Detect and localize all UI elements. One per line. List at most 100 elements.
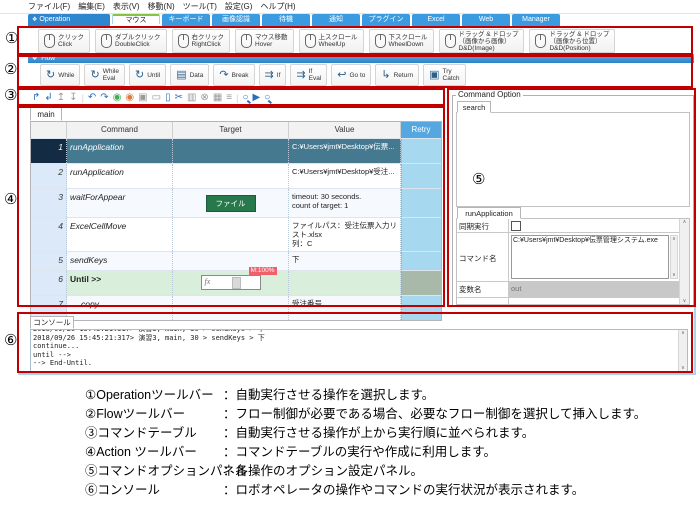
- retry-cell[interactable]: [401, 296, 441, 320]
- scroll-up-icon[interactable]: ∧: [672, 236, 676, 242]
- target-cell[interactable]: [173, 296, 289, 320]
- flow-button[interactable]: ⇉ If: [259, 64, 287, 86]
- menu-item[interactable]: 編集(E): [78, 0, 105, 13]
- target-cell[interactable]: ファイル: [173, 189, 289, 217]
- separator[interactable]: |: [82, 92, 84, 104]
- flow-button[interactable]: ↳ Return: [375, 64, 419, 86]
- fx-input[interactable]: fx: [201, 275, 261, 290]
- target-cell[interactable]: [173, 218, 289, 251]
- move-down-icon[interactable]: ↧: [69, 92, 77, 104]
- stop-icon[interactable]: ◉: [125, 92, 134, 104]
- value-cell[interactable]: 下: [289, 252, 401, 270]
- ribbon-tab[interactable]: 待機: [262, 14, 310, 26]
- flow-button[interactable]: ⇉ IfEval: [290, 64, 327, 86]
- ribbon-tab[interactable]: マウス: [112, 14, 160, 24]
- tab-main-script[interactable]: main: [30, 107, 62, 121]
- record-icon[interactable]: ◉: [113, 92, 122, 104]
- value-cell[interactable]: [289, 271, 401, 295]
- retry-cell[interactable]: [401, 271, 441, 295]
- option-panel-scrollbar[interactable]: ∧∨: [679, 219, 689, 304]
- remove-icon[interactable]: ⊗: [200, 92, 208, 104]
- value-cell[interactable]: ファイルパス：受注伝票入力リスト.xlsx列：C: [289, 218, 401, 251]
- flow-button[interactable]: ↷ Break: [213, 64, 254, 86]
- tab-console[interactable]: コンソール: [30, 316, 74, 329]
- scroll-down-icon[interactable]: ∨: [683, 298, 687, 304]
- textarea-scrollbar[interactable]: ∧∨: [670, 235, 678, 279]
- search-plus-icon[interactable]: ○: [264, 92, 270, 104]
- camera-icon[interactable]: ▦: [213, 92, 222, 104]
- table-row[interactable]: 6 Until >> fx M:100%: [31, 270, 441, 295]
- sync-exec-checkbox[interactable]: [511, 221, 521, 231]
- value-cell[interactable]: C:¥Users¥jmt¥Desktop¥受注...: [289, 164, 401, 188]
- command-cell[interactable]: sendKeys: [67, 252, 173, 270]
- target-cell[interactable]: [173, 164, 289, 188]
- operation-button[interactable]: ドラッグ & ドロップ（画像から位置）D&D(Position): [529, 29, 615, 53]
- menu-item[interactable]: 設定(G): [225, 0, 253, 13]
- undo-icon[interactable]: ↶: [88, 92, 96, 104]
- flow-button[interactable]: ↩ Go to: [331, 64, 371, 86]
- value-cell[interactable]: timeout: 30 seconds.count of target: 1: [289, 189, 401, 217]
- command-cell[interactable]: runApplication: [67, 139, 173, 163]
- command-cell[interactable]: ExcelCellMove: [67, 218, 173, 251]
- formula-field[interactable]: fx M:100%: [201, 275, 261, 292]
- capture-icon[interactable]: ▣: [138, 92, 147, 104]
- operation-button[interactable]: 上スクロールWheelUp: [299, 29, 364, 53]
- command-cell[interactable]: runApplication: [67, 164, 173, 188]
- operation-button[interactable]: 下スクロールWheelDown: [369, 29, 434, 53]
- delete-icon[interactable]: ▥: [187, 92, 196, 104]
- insert-row-above-icon[interactable]: ↱: [32, 92, 40, 104]
- new-page-icon[interactable]: ▯: [165, 92, 171, 104]
- scroll-down-icon[interactable]: ∨: [672, 272, 676, 278]
- flow-button[interactable]: ↻ WhileEval: [84, 64, 124, 86]
- value-cell[interactable]: 受注番号: [289, 296, 401, 320]
- scroll-down-icon[interactable]: ∨: [681, 365, 685, 371]
- menu-item[interactable]: 表示(V): [113, 0, 140, 13]
- search-icon[interactable]: ○: [242, 92, 248, 104]
- table-row[interactable]: 1 runApplication C:¥Users¥jmt¥Desktop¥伝票…: [31, 138, 441, 163]
- menu-item[interactable]: ツール(T): [183, 0, 217, 13]
- retry-cell[interactable]: [401, 218, 441, 251]
- target-cell[interactable]: [173, 139, 289, 163]
- table-row[interactable]: 4 ExcelCellMove ファイルパス：受注伝票入力リスト.xlsx列：C: [31, 217, 441, 251]
- run-icon[interactable]: ▶: [253, 92, 261, 104]
- value-cell[interactable]: C:¥Users¥jmt¥Desktop¥伝票...: [289, 139, 401, 163]
- table-row[interactable]: 5 sendKeys 下: [31, 251, 441, 270]
- tab-operation[interactable]: ❖Operation: [28, 14, 110, 26]
- table-row[interactable]: 3 waitForAppear ファイル timeout: 30 seconds…: [31, 188, 441, 217]
- cut-icon[interactable]: ✂: [175, 92, 183, 104]
- tab-runapplication[interactable]: runApplication: [457, 207, 521, 219]
- flow-button[interactable]: ▤ Data: [170, 64, 209, 86]
- operation-button[interactable]: マウス移動Hover: [235, 29, 294, 53]
- list-icon[interactable]: ≡: [226, 92, 232, 104]
- command-cell[interactable]: Until >>: [67, 271, 173, 295]
- ribbon-tab[interactable]: 通知: [312, 14, 360, 26]
- target-cell[interactable]: fx M:100%: [173, 271, 289, 295]
- move-up-icon[interactable]: ↥: [57, 92, 65, 104]
- command-name-textarea[interactable]: C:¥Users¥jmt¥Desktop¥伝票管理システム.exe: [511, 235, 669, 279]
- ribbon-tab[interactable]: Excel: [412, 14, 460, 26]
- flow-button[interactable]: ↻ While: [40, 64, 80, 86]
- retry-cell[interactable]: [401, 252, 441, 270]
- separator[interactable]: |: [236, 92, 238, 104]
- menu-item[interactable]: 移動(N): [148, 0, 175, 13]
- menu-item[interactable]: ファイル(F): [28, 0, 70, 13]
- ribbon-tab[interactable]: Manager: [512, 14, 560, 26]
- scroll-up-icon[interactable]: ∧: [683, 219, 687, 225]
- table-row[interactable]: 7 copy 受注番号: [31, 295, 441, 320]
- operation-button[interactable]: クリックClick: [38, 29, 90, 53]
- scroll-up-icon[interactable]: ∧: [681, 330, 685, 336]
- command-cell[interactable]: copy: [67, 296, 173, 320]
- ribbon-tab[interactable]: プラグイン: [362, 14, 410, 26]
- command-cell[interactable]: waitForAppear: [67, 189, 173, 217]
- redo-icon[interactable]: ↷: [100, 92, 108, 104]
- tab-search[interactable]: search: [457, 101, 491, 113]
- operation-button[interactable]: ドラッグ & ドロップ（画像から画像）D&D(Image): [439, 29, 525, 53]
- menu-item[interactable]: ヘルプ(H): [260, 0, 295, 13]
- console-scrollbar[interactable]: ∧∨: [678, 330, 687, 371]
- retry-cell[interactable]: [401, 139, 441, 163]
- operation-button[interactable]: 右クリックRightClick: [172, 29, 231, 53]
- ribbon-tab[interactable]: キーボード: [162, 14, 210, 26]
- operation-button[interactable]: ダブルクリックDoubleClick: [95, 29, 167, 53]
- ribbon-tab[interactable]: 画像認識: [212, 14, 260, 26]
- table-row[interactable]: 2 runApplication C:¥Users¥jmt¥Desktop¥受注…: [31, 163, 441, 188]
